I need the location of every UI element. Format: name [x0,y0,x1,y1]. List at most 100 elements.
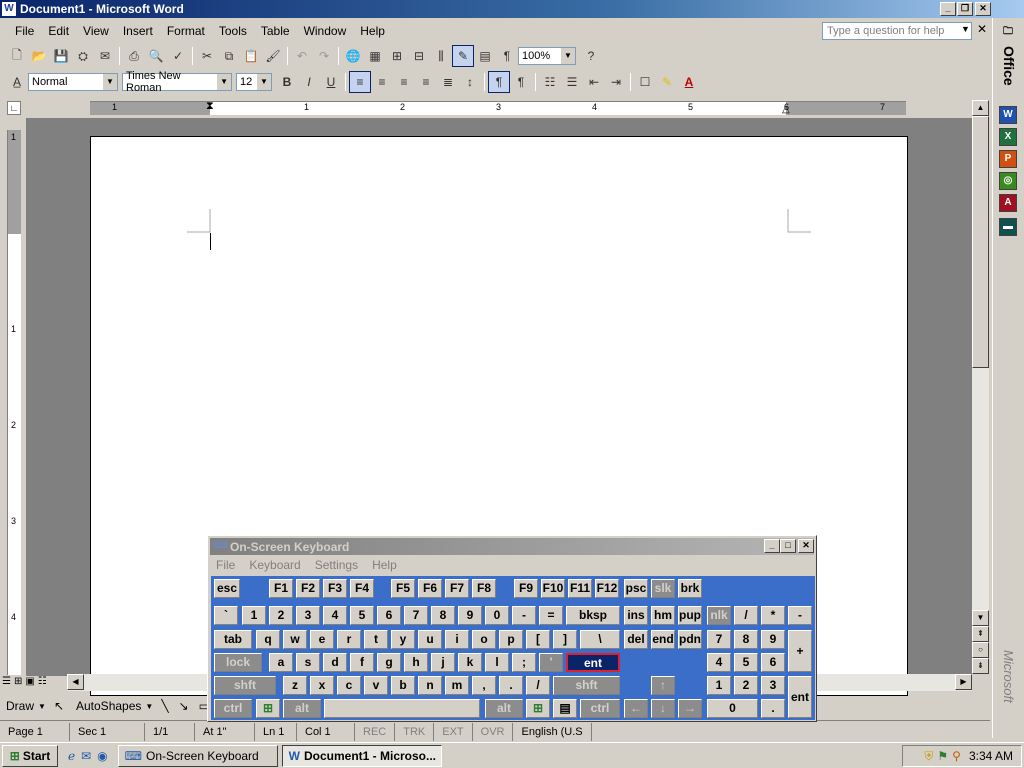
line-icon[interactable]: ╲ [161,699,168,713]
print-icon[interactable]: ⎙ [123,45,145,67]
ie-icon[interactable]: ℯ [68,749,75,763]
tab-selector[interactable]: ∟ [7,101,21,115]
border-icon[interactable]: ☐ [634,71,656,93]
menu-edit[interactable]: Edit [41,24,76,38]
key-enter[interactable]: ent [566,653,620,672]
chevron-down-icon[interactable]: ▼ [103,74,117,90]
increase-indent-icon[interactable]: ⇥ [605,71,627,93]
tables-borders-icon[interactable]: ▦ [364,45,386,67]
cut-icon[interactable]: ✂ [196,45,218,67]
permission-icon[interactable]: ⛭ [72,45,94,67]
key-f5[interactable]: F5 [391,579,415,598]
decrease-indent-icon[interactable]: ⇤ [583,71,605,93]
key-esc[interactable]: esc [214,579,240,598]
key-space[interactable] [324,699,480,718]
windows-key-icon[interactable]: ⊞ [256,699,280,718]
key-left-arrow[interactable]: ← [624,699,648,718]
status-trk[interactable]: TRK [395,722,435,741]
key-num-divide[interactable]: / [734,606,758,625]
folder-icon[interactable]: 🗀 [999,24,1017,42]
chevron-down-icon[interactable]: ▼ [257,74,271,90]
key-p[interactable]: p [499,630,523,649]
key-left-shift[interactable]: shft [214,676,276,695]
key-right-alt[interactable]: alt [485,699,523,718]
key-c[interactable]: c [337,676,361,695]
key-f10[interactable]: F10 [541,579,565,598]
osk-maximize-button[interactable]: □ [780,539,796,553]
menu-help[interactable]: Help [353,24,392,38]
menu-insert[interactable]: Insert [116,24,160,38]
underline-icon[interactable]: U [320,71,342,93]
insert-table-icon[interactable]: ⊞ [386,45,408,67]
osk-menu-help[interactable]: Help [372,558,397,572]
chevron-down-icon[interactable]: ▼ [217,74,231,90]
key-e[interactable]: e [310,630,334,649]
task-word-document[interactable]: W Document1 - Microso... [281,744,442,767]
access-icon[interactable]: A [999,194,1017,212]
key-tab[interactable]: tab [214,630,252,649]
justify-icon[interactable]: ≡ [415,71,437,93]
key-right-bracket[interactable]: ] [553,630,577,649]
key-num-minus[interactable]: - [788,606,812,625]
next-page-icon[interactable]: ⇟ [972,658,989,674]
osk-close-button[interactable]: ✕ [798,539,814,553]
key-f9[interactable]: F9 [514,579,538,598]
key-num-multiply[interactable]: * [761,606,785,625]
vertical-scrollbar[interactable]: ▲ ▼ ⇞ ○ ⇟ [972,100,989,674]
scroll-left-icon[interactable]: ◀ [67,674,84,690]
scroll-up-icon[interactable]: ▲ [972,100,989,116]
key-f11[interactable]: F11 [568,579,592,598]
document-close-icon[interactable]: ✕ [977,22,987,36]
key-2[interactable]: 2 [269,606,293,625]
key-i[interactable]: i [445,630,469,649]
paste-icon[interactable]: 📋 [240,45,262,67]
key-x[interactable]: x [310,676,334,695]
key-j[interactable]: j [431,653,455,672]
italic-icon[interactable]: I [298,71,320,93]
key-insert[interactable]: ins [624,606,648,625]
ask-dropdown-icon[interactable]: ▼ [961,24,970,34]
key-num-9[interactable]: 9 [761,630,785,649]
chevron-down-icon[interactable]: ▼ [561,48,575,64]
key-g[interactable]: g [377,653,401,672]
menu-table[interactable]: Table [254,24,297,38]
start-button[interactable]: ⊞ Start [2,744,58,767]
osk-menu-keyboard[interactable]: Keyboard [249,558,300,572]
status-rec[interactable]: REC [355,722,396,741]
key-break[interactable]: brk [678,579,702,598]
chevron-down-icon[interactable]: ▼ [38,702,46,711]
key-l[interactable]: l [485,653,509,672]
minimize-button[interactable]: _ [940,2,956,16]
copy-icon[interactable]: ⧉ [218,45,240,67]
numbering-icon[interactable]: ☷ [539,71,561,93]
key-left-alt[interactable]: alt [283,699,321,718]
key-num-lock[interactable]: nlk [707,606,731,625]
key-comma[interactable]: , [472,676,496,695]
key-s[interactable]: s [296,653,320,672]
key-left-bracket[interactable]: [ [526,630,550,649]
scroll-right-icon[interactable]: ▶ [955,674,972,690]
help-icon[interactable]: ? [580,45,602,67]
osk-title-bar[interactable]: On-Screen Keyboard [210,538,814,555]
key-5[interactable]: 5 [350,606,374,625]
key-a[interactable]: a [269,653,293,672]
key-d[interactable]: d [323,653,347,672]
key-n[interactable]: n [418,676,442,695]
key-7[interactable]: 7 [404,606,428,625]
application-key-icon[interactable]: ▤ [553,699,577,718]
key-left-ctrl[interactable]: ctrl [214,699,252,718]
powerpoint-icon[interactable]: P [999,150,1017,168]
new-document-icon[interactable]: 🗋 [6,45,28,67]
font-select[interactable]: Times New Roman ▼ [122,70,232,94]
key-home[interactable]: hm [651,606,675,625]
previous-page-icon[interactable]: ⇞ [972,626,989,642]
hyperlink-icon[interactable]: 🌐 [342,45,364,67]
highlight-icon[interactable]: ✎ [656,71,678,93]
spelling-icon[interactable]: ✓ [167,45,189,67]
open-icon[interactable]: 📂 [28,45,50,67]
columns-icon[interactable]: ⫼ [430,45,452,67]
save-icon[interactable]: 💾 [50,45,72,67]
normal-view-icon[interactable]: ☰ [2,676,11,687]
font-color-icon[interactable]: A [678,71,700,93]
menu-view[interactable]: View [76,24,116,38]
